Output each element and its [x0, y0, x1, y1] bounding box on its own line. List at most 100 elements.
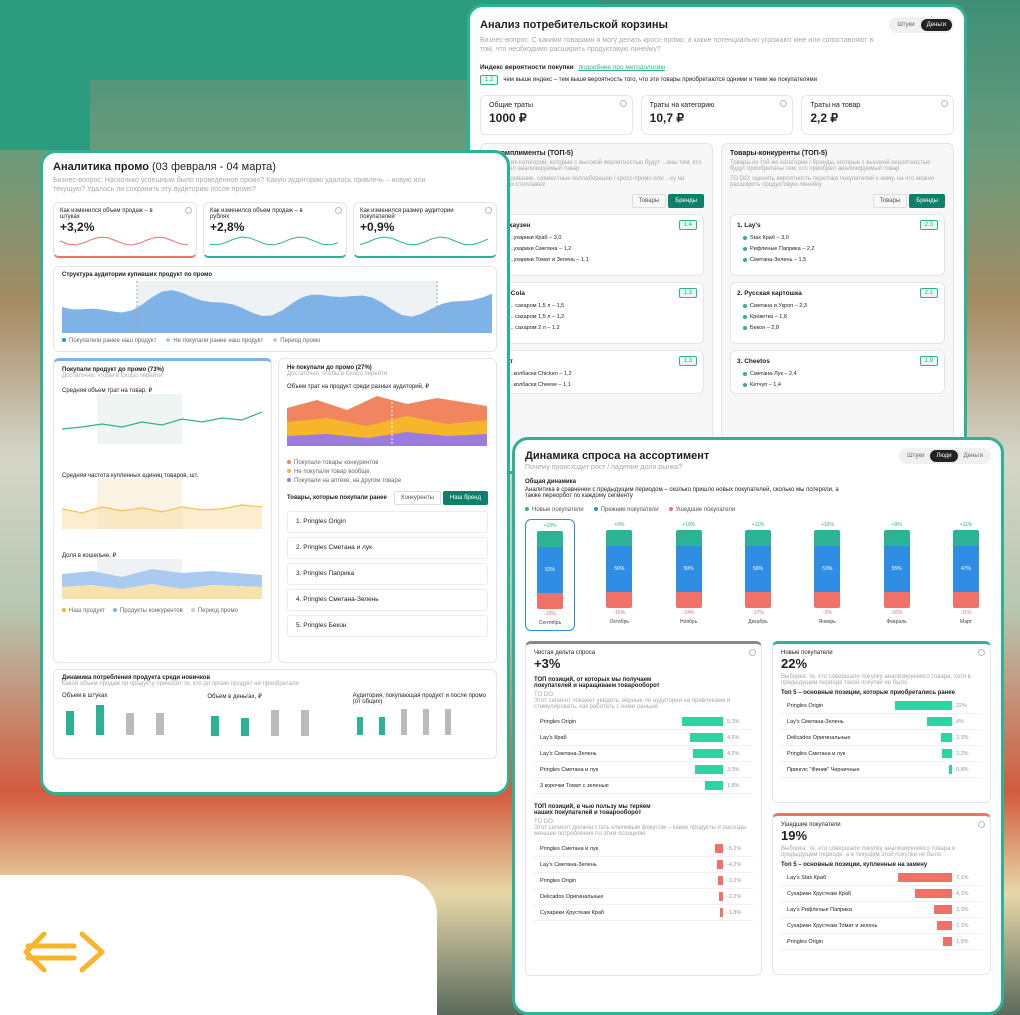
item-name: Delicados Оригинальные	[787, 734, 851, 741]
our-brand-button[interactable]: Наш бренд	[442, 491, 488, 505]
novice-sub: Какой объем продаж по продукту приносят …	[62, 681, 299, 687]
toggle-money[interactable]: Деньги	[958, 450, 989, 462]
info-icon[interactable]	[978, 821, 985, 828]
item-value: 3,3%	[956, 906, 969, 913]
info-icon[interactable]	[941, 100, 949, 107]
info-icon[interactable]	[780, 100, 788, 107]
index-methodology-link[interactable]: подробнее про методологию	[578, 64, 665, 71]
product-list-item[interactable]: 2. Pringles Сметана и лук	[287, 537, 488, 559]
competitors-button[interactable]: Конкуренты	[394, 491, 441, 505]
item-name: Сухарики Хрустеам Краб	[787, 890, 852, 897]
value-bar	[715, 844, 723, 853]
segment-lost	[675, 592, 702, 608]
new-pct: +9%	[614, 522, 625, 528]
legend-other: Покупали на аптеке, на другом товаре	[287, 477, 488, 486]
demand-unit-toggle[interactable]: Штуки Люди Деньги	[899, 448, 991, 464]
item-name: Pringles Origin	[540, 877, 577, 884]
month-column[interactable]: +9% 50% -16% Октябрь	[594, 519, 644, 631]
segment-lost	[537, 593, 563, 609]
product-group-card: ...мет1.3...колбаски Chicken – 1,2...кол…	[489, 350, 704, 394]
item-value: 3,9%	[727, 766, 740, 773]
competitors-brands-button[interactable]: Бренды	[909, 194, 945, 208]
ranked-bar-row: Lay's Сметана-Зелень -4,2%	[534, 857, 753, 873]
segment-prev: 55%	[883, 546, 910, 592]
month-column[interactable]: +11% 47% -11% Март	[941, 519, 991, 631]
demand-stacked-bar: 53%	[537, 531, 563, 609]
month-column[interactable]: +9% 55% -16% Февраль	[872, 519, 922, 631]
info-icon[interactable]	[749, 649, 756, 656]
month-column[interactable]: +10% 53% -3% Январь	[802, 519, 852, 631]
kpi-sparkline	[359, 236, 489, 246]
month-column[interactable]: +10% 53% -19% Сентябрь	[525, 519, 575, 631]
complements-brands-button[interactable]: Бренды	[668, 194, 704, 208]
index-badge: 1.2	[480, 75, 499, 85]
legend-not-bought-before: Не покупали ранее наш продукт	[166, 338, 263, 344]
month-column[interactable]: +10% 50% -24% Ноябрь	[664, 519, 714, 631]
value-bar	[690, 733, 723, 742]
segment-prev: 47%	[952, 546, 979, 592]
item-name: Pringles Сметана и лук	[787, 750, 846, 757]
info-icon[interactable]	[185, 207, 192, 214]
notbought-chart-title: Объем трат на продукт среди разных аудит…	[287, 384, 430, 390]
metric-label: Траты на товар	[810, 102, 861, 109]
demand-desc: Аналитика в сравнении с предыдущим перио…	[525, 487, 839, 499]
lost-pct: -16%	[613, 610, 626, 616]
group-item: Кетчуп – 1,4	[737, 382, 938, 388]
net-neg-title: ТОП позиций, в чью пользу мы теряем наши…	[534, 804, 651, 816]
info-icon[interactable]	[978, 649, 985, 656]
segment-prev: 53%	[814, 546, 841, 592]
group-name: 3. Cheetos	[737, 357, 770, 365]
toggle-money[interactable]: Деньги	[920, 19, 952, 31]
novice-col-audience: Аудитория, покупающая продукт и после пр…	[352, 693, 486, 705]
product-list-item[interactable]: 3. Pringles Паприка	[287, 563, 488, 585]
metric-category-spend: Траты на категорию 10,7 ₽	[640, 95, 794, 135]
kpi-label: Как изменился объем продаж – в штуках	[60, 208, 153, 220]
demand-stacked-bar: 50%	[606, 530, 633, 608]
month-label: Декабрь	[748, 619, 768, 625]
basket-unit-toggle[interactable]: Штуки Деньги	[889, 17, 954, 33]
item-name: Сухарики Хрустеам Томат и зелень	[787, 922, 878, 929]
month-label: Сентябрь	[538, 620, 562, 626]
info-icon[interactable]	[619, 100, 627, 107]
toggle-pieces[interactable]: Штуки	[891, 19, 920, 31]
group-item: Stax Краб – 3,0	[737, 235, 938, 241]
item-name: Pringles Origin	[540, 718, 577, 725]
toggle-pieces[interactable]: Штуки	[901, 450, 930, 462]
complements-products-button[interactable]: Товары	[631, 194, 667, 208]
competitors-products-button[interactable]: Товары	[872, 194, 908, 208]
item-name: Lay's Stax Краб	[787, 874, 827, 881]
segment-new	[744, 530, 771, 546]
legend-new: Новые покупатели	[525, 507, 584, 513]
legend-competitors: Продукты конкурентов	[112, 608, 183, 614]
ranked-bar-row: Pringles Origin -3,2%	[534, 873, 753, 889]
metric-total-spend: Общие траты 1000 ₽	[480, 95, 633, 135]
notbought-list-title: Товары, которые покупали ранее	[287, 495, 387, 501]
info-icon[interactable]	[485, 207, 492, 214]
lost-pct: -3%	[822, 610, 832, 616]
promo-subtitle: Бизнес-вопрос: Насколько успешным было п…	[53, 177, 426, 193]
group-item: Бекон – 2,8	[737, 325, 938, 331]
ranked-bar-row: Pringles Origin 22%	[781, 698, 982, 714]
structure-title: Структура аудитории купивших продукт по …	[62, 272, 213, 278]
net-todo-text: Этот сегмент покажет увидеть, верные ли …	[534, 698, 731, 710]
kpi-card: Как изменился объем продаж – в рублях +2,…	[203, 202, 347, 258]
product-list-item[interactable]: 1. Pringles Origin	[287, 511, 488, 533]
legend-bought-competitors: Покупали товары конкурентов	[287, 459, 488, 468]
info-icon[interactable]	[335, 207, 342, 214]
segment-prev: 50%	[606, 546, 633, 592]
month-column[interactable]: +11% 56% -17% Декабрь	[733, 519, 783, 631]
value-bar	[682, 717, 723, 726]
lost-value: 19%	[781, 828, 808, 843]
item-name: Lay's Рифленые Паприка	[787, 906, 852, 913]
new-desc: Выборка: те, кто совершали покупку анали…	[781, 674, 971, 686]
group-index-badge: 1.3	[678, 288, 697, 298]
product-list-item[interactable]: 5. Pringles Бекон	[287, 615, 488, 637]
value-bar	[927, 717, 952, 726]
novice-money-bars	[211, 710, 310, 736]
product-list-item[interactable]: 4. Pringles Сметана-Зелень	[287, 589, 488, 611]
metric-product-spend: Траты на товар 2,2 ₽	[801, 95, 955, 135]
lost-pct: -16%	[890, 610, 903, 616]
net-neg-text: Этот сегмент должен стать ключевым фокус…	[534, 825, 747, 837]
toggle-people[interactable]: Люди	[930, 450, 958, 462]
not-bought-card: Не покупали до промо (27%) Достаточно, ч…	[278, 358, 497, 663]
